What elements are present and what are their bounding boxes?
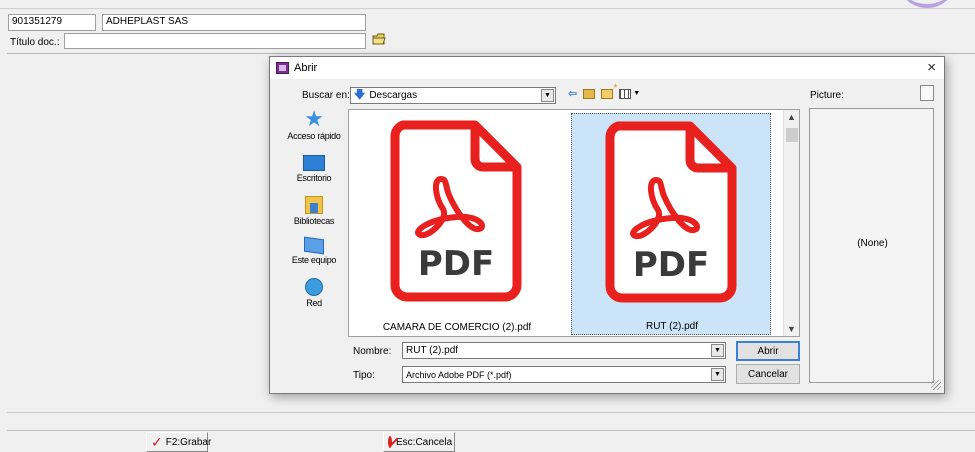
dialog-toolbar: ⇦ ▼ xyxy=(568,83,640,101)
place-label: Este equipo xyxy=(291,255,337,265)
file-type-value: Archivo Adobe PDF (*.pdf) xyxy=(406,369,512,380)
new-folder-icon[interactable] xyxy=(601,83,617,99)
picture-none-text: (None) xyxy=(857,238,888,249)
place-this-pc[interactable]: Este equipo xyxy=(278,236,350,265)
look-in-value: Descargas xyxy=(369,90,418,101)
file-item-selected[interactable]: PDF RUT (2).pdf xyxy=(571,113,771,335)
company-name-field[interactable]: ADHEPLAST SAS xyxy=(102,14,366,31)
place-desktop[interactable]: Escritorio xyxy=(278,155,350,183)
place-label: Red xyxy=(306,298,322,308)
pdf-badge-text: PDF xyxy=(418,244,494,284)
resize-grip[interactable] xyxy=(931,380,941,390)
place-libraries[interactable]: Bibliotecas xyxy=(278,196,350,226)
place-label: Acceso rápido xyxy=(287,131,341,141)
open-file-dialog: Abrir × Buscar en: 🡇 Descargas ▼ ⇦ ▼ Pic… xyxy=(269,56,945,394)
divider xyxy=(7,430,975,431)
look-in-dropdown[interactable]: 🡇 Descargas ▼ xyxy=(350,87,556,104)
dialog-titlebar[interactable]: Abrir × xyxy=(270,57,944,79)
pdf-file-icon: PDF xyxy=(390,120,522,302)
view-menu-icon[interactable] xyxy=(619,88,632,99)
titulo-doc-field[interactable] xyxy=(64,33,366,49)
picture-preview-icon[interactable] xyxy=(920,85,934,101)
chevron-down-icon[interactable]: ▼ xyxy=(711,344,724,357)
back-arrow-icon[interactable]: ⇦ xyxy=(568,87,577,100)
scroll-thumb[interactable] xyxy=(786,128,798,142)
file-type-label: Tipo: xyxy=(353,370,375,381)
file-list[interactable]: PDF CAMARA DE COMERCIO (2).pdf PDF RUT (… xyxy=(348,109,800,337)
chevron-down-icon[interactable]: ▼ xyxy=(711,368,724,381)
libraries-icon xyxy=(305,196,323,214)
file-name-label: Nombre: xyxy=(353,346,392,357)
cancel-form-button-label: Esc:Cancela xyxy=(396,436,453,448)
quick-access-icon: ★ xyxy=(304,106,324,131)
pdf-file-icon: PDF xyxy=(605,121,737,303)
desktop-icon xyxy=(303,155,325,171)
file-name-value: RUT (2).pdf xyxy=(406,345,459,356)
places-bar: ★ Acceso rápido Escritorio Bibliotecas E… xyxy=(278,106,350,337)
place-quick-access[interactable]: ★ Acceso rápido xyxy=(278,106,350,142)
cancel-button[interactable]: Cancelar xyxy=(736,364,800,384)
file-type-dropdown[interactable]: Archivo Adobe PDF (*.pdf) ▼ xyxy=(402,366,726,383)
file-name: RUT (2).pdf xyxy=(645,321,699,332)
client-code-field[interactable]: 901351279 xyxy=(8,14,96,31)
picture-label: Picture: xyxy=(810,90,844,101)
open-button[interactable]: Abrir xyxy=(736,341,800,361)
look-in-label: Buscar en: xyxy=(302,90,350,101)
network-icon xyxy=(305,278,323,296)
downloads-icon: 🡇 xyxy=(354,89,366,101)
titulo-label: Título doc.: xyxy=(10,37,60,48)
this-pc-icon xyxy=(304,236,324,255)
scroll-down-icon[interactable]: ▼ xyxy=(787,324,796,334)
pdf-badge-text: PDF xyxy=(633,245,709,285)
file-name-input[interactable]: RUT (2).pdf ▼ xyxy=(402,342,726,359)
place-label: Bibliotecas xyxy=(293,216,335,226)
up-folder-icon[interactable] xyxy=(583,88,596,99)
check-icon: ✓ xyxy=(151,433,163,450)
save-button[interactable]: ✓ F2:Grabar xyxy=(146,432,211,452)
cancel-circle-icon xyxy=(388,436,392,448)
scroll-up-icon[interactable]: ▲ xyxy=(787,112,796,122)
cancel-form-button[interactable]: Esc:Cancela xyxy=(383,432,455,452)
divider xyxy=(0,8,975,9)
chevron-down-icon[interactable]: ▼ xyxy=(541,89,554,102)
divider xyxy=(7,412,975,413)
file-item[interactable]: PDF CAMARA DE COMERCIO (2).pdf xyxy=(357,113,557,335)
decorative-arc xyxy=(897,0,957,8)
picture-preview-panel: (None) xyxy=(809,108,934,383)
app-icon xyxy=(276,62,289,74)
place-label: Escritorio xyxy=(296,173,332,183)
vertical-scrollbar[interactable]: ▲ ▼ xyxy=(783,110,799,336)
save-button-label: F2:Grabar xyxy=(165,436,212,448)
chevron-down-icon[interactable]: ▼ xyxy=(633,90,640,97)
file-name: CAMARA DE COMERCIO (2).pdf xyxy=(382,322,532,333)
browse-folder-icon[interactable] xyxy=(372,33,386,45)
dialog-title: Abrir xyxy=(294,62,318,74)
close-icon[interactable]: × xyxy=(927,59,936,76)
place-network[interactable]: Red xyxy=(278,278,350,308)
